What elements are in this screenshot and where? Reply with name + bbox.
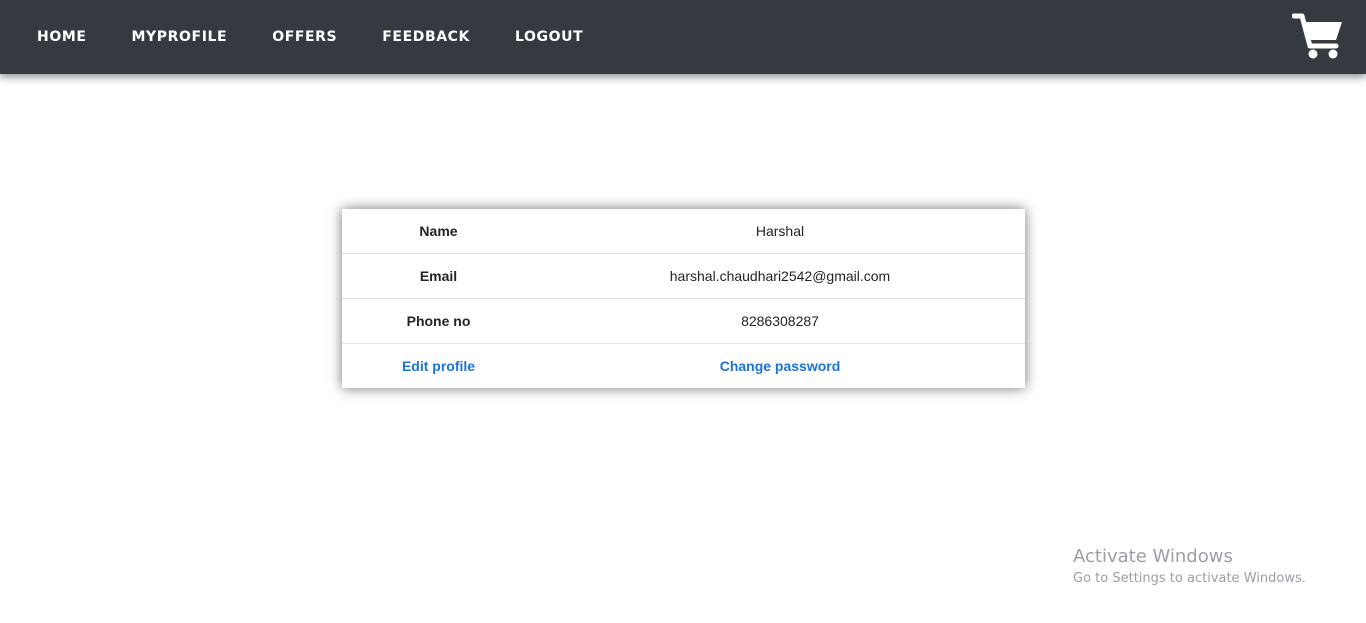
email-value: harshal.chaudhari2542@gmail.com [535,253,1025,299]
profile-card: Name Harshal Email harshal.chaudhari2542… [342,209,1025,388]
windows-activation-watermark: Activate Windows Go to Settings to activ… [1073,546,1306,590]
profile-table: Name Harshal Email harshal.chaudhari2542… [342,209,1025,388]
nav-link-feedback[interactable]: FEEDBACK [382,29,470,45]
edit-profile-link[interactable]: Edit profile [402,358,475,374]
nav-item-home: HOME [37,28,87,46]
name-label: Name [419,223,458,239]
nav-item-myprofile: MYPROFILE [132,28,228,46]
nav-item-logout: LOGOUT [515,28,583,46]
nav-link-offers[interactable]: OFFERS [272,29,337,45]
nav-link-home[interactable]: HOME [37,29,87,45]
watermark-title: Activate Windows [1073,546,1233,567]
nav-link-logout[interactable]: LOGOUT [515,29,583,45]
nav-item-feedback: FEEDBACK [382,28,470,46]
table-row: Email harshal.chaudhari2542@gmail.com [342,253,1025,299]
navbar: HOME MYPROFILE OFFERS FEEDBACK LOGOUT [0,0,1366,74]
change-password-link[interactable]: Change password [720,358,841,374]
shopping-cart-icon[interactable] [1291,12,1344,60]
table-row: Phone no 8286308287 [342,298,1025,344]
table-row: Name Harshal [342,209,1025,254]
edit-profile-cell: Edit profile [342,343,535,388]
table-row: Edit profile Change password [342,343,1025,388]
nav-item-offers: OFFERS [272,28,337,46]
nav-link-myprofile[interactable]: MYPROFILE [132,29,228,45]
watermark-subtitle: Go to Settings to activate Windows. [1073,571,1306,586]
name-value: Harshal [755,223,805,239]
phone-value: 8286308287 [535,298,1025,344]
nav-menu: HOME MYPROFILE OFFERS FEEDBACK LOGOUT [37,0,628,74]
phone-label: Phone no [342,298,535,344]
change-password-cell: Change password [535,343,1025,388]
email-label: Email [342,253,535,299]
